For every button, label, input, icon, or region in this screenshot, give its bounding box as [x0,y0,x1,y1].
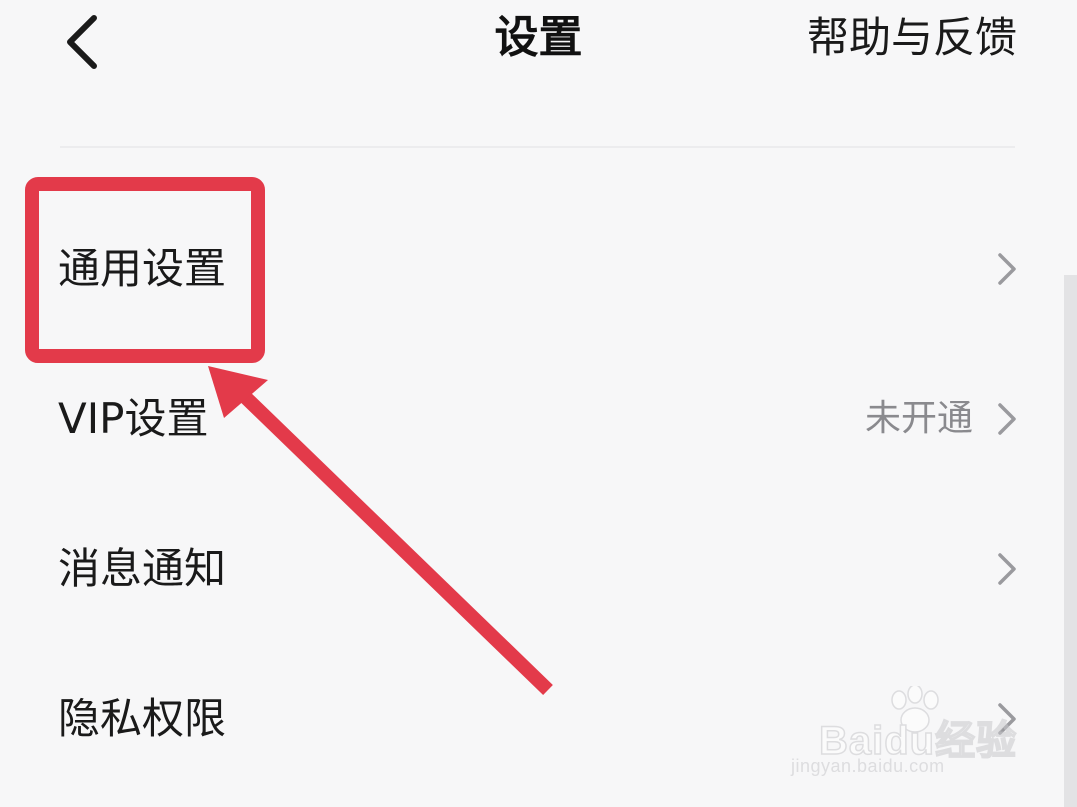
settings-item-label: 隐私权限 [58,694,227,743]
settings-item-label: 消息通知 [58,544,227,593]
divider [60,146,1015,148]
settings-item-general[interactable]: 通用设置 [0,194,1077,344]
settings-item-vip[interactable]: VIP设置 未开通 [0,344,1077,494]
help-feedback-link[interactable]: 帮助与反馈 [807,8,1017,68]
chevron-right-icon [998,403,1016,435]
settings-screen: 设置 帮助与反馈 通用设置 VIP设置 未开通 消息通知 隐私权限 Baidu经… [0,0,1077,807]
settings-item-notifications[interactable]: 消息通知 [0,494,1077,644]
settings-item-privacy[interactable]: 隐私权限 [0,644,1077,794]
chevron-right-icon [998,253,1016,285]
chevron-right-icon [998,703,1016,735]
settings-item-label: VIP设置 [58,394,209,443]
back-button[interactable] [56,8,116,74]
chevron-right-icon [998,553,1016,585]
settings-item-label: 通用设置 [58,244,227,293]
vip-status-value: 未开通 [864,398,973,439]
header: 设置 帮助与反馈 [0,0,1077,90]
scrollbar[interactable] [1064,275,1077,807]
back-arrow-icon [67,15,97,69]
